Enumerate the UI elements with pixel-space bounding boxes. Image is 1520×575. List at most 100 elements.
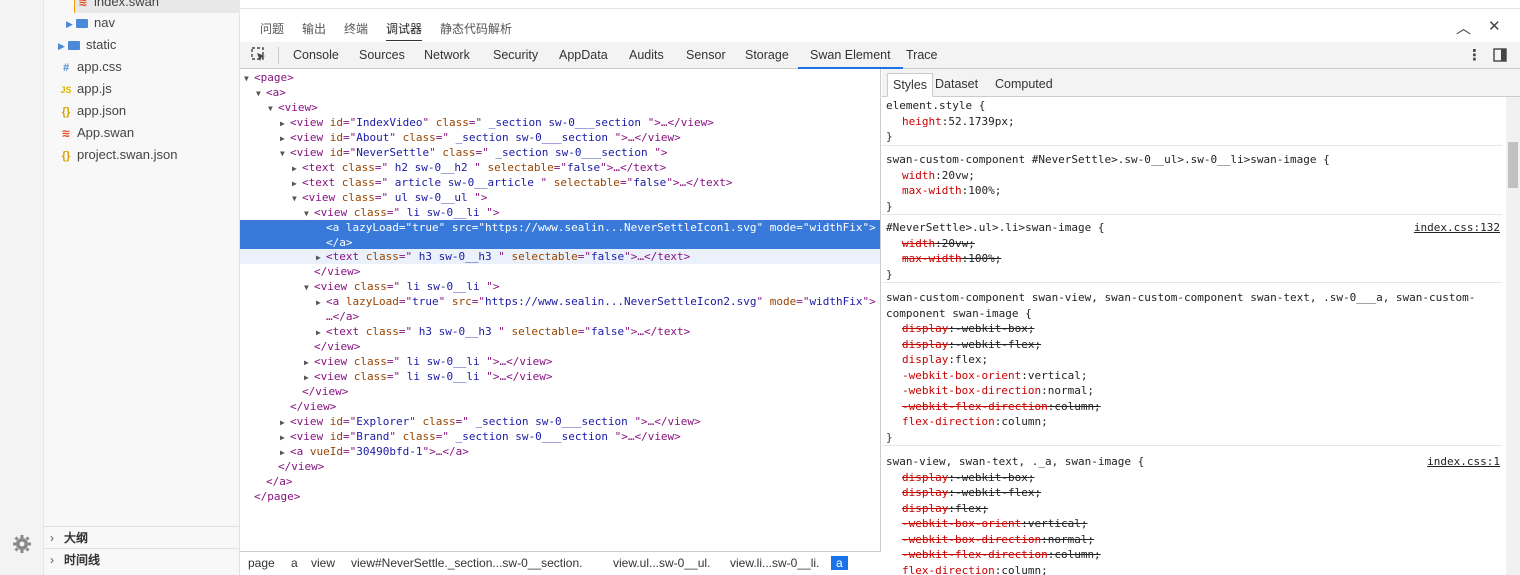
dom-node-line[interactable]: ▶ <view class=" li sw-0__li ">…</view>	[240, 354, 880, 370]
dom-node-line[interactable]: ▶ <view class=" li sw-0__li ">…</view>	[240, 369, 880, 385]
dom-node-line[interactable]: ▼ <view id="NeverSettle" class=" _section…	[240, 145, 880, 160]
close-icon[interactable]: ✕	[1488, 17, 1501, 35]
outline-section[interactable]: › 大纲	[44, 526, 240, 548]
tab-styles[interactable]: Styles	[887, 73, 934, 97]
css-property[interactable]: -webkit-flex-direction:column;	[882, 399, 1502, 415]
dom-node-line[interactable]: ▼ <page>	[240, 70, 880, 86]
tab-problems[interactable]: 问题	[260, 20, 284, 37]
tab-security[interactable]: Security	[493, 42, 538, 69]
css-property[interactable]: flex-direction:column;	[882, 414, 1502, 430]
dom-node-line[interactable]: <a lazyLoad="true" src="https://www.seal…	[240, 220, 880, 235]
triangle-right-icon[interactable]: ▶	[280, 430, 290, 445]
tab-computed[interactable]: Computed	[990, 73, 1058, 97]
dom-node-line[interactable]: </view>	[240, 399, 880, 414]
file-app-js[interactable]: JS app.js	[58, 78, 111, 100]
triangle-right-icon[interactable]: ▶	[316, 325, 326, 340]
tab-network[interactable]: Network	[424, 42, 470, 69]
triangle-right-icon[interactable]: ▶	[292, 161, 302, 176]
breadcrumb-item-active[interactable]: a	[831, 556, 848, 570]
tab-static-analysis[interactable]: 静态代码解析	[440, 20, 512, 37]
tab-debugger[interactable]: 调试器	[386, 20, 423, 41]
css-property[interactable]: max-width:100%;	[882, 183, 1502, 199]
dom-node-line[interactable]: ▶ <text class=" h2 sw-0__h2 " selectable=…	[240, 160, 880, 176]
triangle-right-icon[interactable]: ▶	[280, 415, 290, 430]
css-property[interactable]: display:-webkit-flex;	[882, 337, 1502, 353]
css-property[interactable]: -webkit-box-orient:vertical;	[882, 368, 1502, 384]
dom-node-line[interactable]: ▶ <view id="Explorer" class=" _section sw…	[240, 414, 880, 430]
tab-swan-element[interactable]: Swan Element	[798, 42, 903, 69]
inspect-element-icon[interactable]	[251, 47, 267, 63]
css-property[interactable]: display:-webkit-flex;	[882, 485, 1502, 501]
folder-static[interactable]: ▶ static	[58, 34, 116, 56]
css-property[interactable]: display:-webkit-box;	[882, 470, 1502, 486]
dom-node-line[interactable]: </view>	[240, 459, 880, 474]
dom-node-line[interactable]: ▶ <view id="IndexVideo" class=" _section …	[240, 115, 880, 131]
breadcrumb-item[interactable]: view#NeverSettle._section...sw-0__sectio…	[351, 556, 582, 570]
tab-terminal[interactable]: 终端	[344, 20, 368, 37]
tab-audits[interactable]: Audits	[629, 42, 664, 69]
dom-node-line[interactable]: ▶ <a lazyLoad="true" src="https://www.sea…	[240, 294, 880, 310]
css-property[interactable]: width:20vw;	[882, 168, 1502, 184]
dock-side-icon[interactable]	[1493, 48, 1507, 62]
triangle-right-icon[interactable]: ▶	[280, 445, 290, 460]
more-options-icon[interactable]: ⋮	[1467, 46, 1482, 64]
breadcrumb-item[interactable]: a	[291, 556, 298, 570]
triangle-right-icon[interactable]: ▶	[304, 355, 314, 370]
triangle-right-icon[interactable]: ▶	[304, 370, 314, 385]
css-property[interactable]: display:-webkit-box;	[882, 321, 1502, 337]
file-app-css[interactable]: # app.css	[58, 56, 122, 78]
source-link[interactable]: index.css:1	[1427, 454, 1500, 470]
triangle-down-icon[interactable]: ▼	[268, 101, 278, 116]
dom-node-line[interactable]: ▼ <a>	[240, 85, 880, 101]
triangle-down-icon[interactable]: ▼	[292, 191, 302, 206]
dom-node-line[interactable]: </a>	[240, 474, 880, 489]
css-property[interactable]: max-width:100%;	[882, 251, 1502, 267]
dom-node-line[interactable]: </view>	[240, 384, 880, 399]
triangle-right-icon[interactable]: ▶	[280, 116, 290, 131]
triangle-right-icon[interactable]: ▶	[292, 176, 302, 191]
css-property[interactable]: flex-direction:column;	[882, 563, 1502, 575]
file-app-json[interactable]: {} app.json	[58, 100, 126, 122]
folder-nav[interactable]: ▶ nav	[66, 12, 115, 34]
dom-node-line[interactable]: ▼ <view>	[240, 100, 880, 116]
css-property[interactable]: -webkit-box-orient:vertical;	[882, 516, 1502, 532]
css-property[interactable]: height:52.1739px;	[882, 114, 1502, 130]
tab-dataset[interactable]: Dataset	[930, 73, 983, 97]
dom-node-line[interactable]: ▼ <view class=" ul sw-0__ul ">	[240, 190, 880, 206]
triangle-down-icon[interactable]: ▼	[244, 71, 254, 86]
tab-storage[interactable]: Storage	[745, 42, 789, 69]
dom-node-line[interactable]: </a>	[240, 235, 880, 250]
dom-node-line[interactable]: </view>	[240, 264, 880, 279]
triangle-right-icon[interactable]: ▶	[280, 131, 290, 146]
triangle-down-icon[interactable]: ▼	[256, 86, 266, 101]
tab-sources[interactable]: Sources	[359, 42, 405, 69]
css-property[interactable]: -webkit-flex-direction:column;	[882, 547, 1502, 563]
dom-node-line[interactable]: ▶ <text class=" article sw-0__article " s…	[240, 175, 880, 191]
styles-scrollbar[interactable]	[1506, 97, 1520, 575]
dom-node-line[interactable]: ▶ <view id="About" class=" _section sw-0_…	[240, 130, 880, 146]
dom-node-line[interactable]: ▶ <a vueId="30490bfd-1">…</a>	[240, 444, 880, 460]
css-property[interactable]: -webkit-box-direction:normal;	[882, 532, 1502, 548]
tab-output[interactable]: 输出	[302, 20, 326, 37]
css-property[interactable]: -webkit-box-direction:normal;	[882, 383, 1502, 399]
tab-trace[interactable]: Trace	[906, 42, 938, 69]
css-property[interactable]: display:flex;	[882, 501, 1502, 517]
triangle-down-icon[interactable]: ▼	[304, 206, 314, 221]
dom-node-line[interactable]: ▶ <text class=" h3 sw-0__h3 " selectable=…	[240, 249, 880, 264]
breadcrumb-item[interactable]: view.li...sw-0__li.	[730, 556, 819, 570]
file-project-swan-json[interactable]: {} project.swan.json	[58, 144, 178, 166]
breadcrumb-item[interactable]: page	[248, 556, 275, 570]
dom-node-line[interactable]: …</a>	[240, 309, 880, 324]
tab-appdata[interactable]: AppData	[559, 42, 608, 69]
dom-node-line[interactable]: ▶ <text class=" h3 sw-0__h3 " selectable=…	[240, 324, 880, 340]
gear-icon[interactable]	[12, 534, 32, 554]
dom-node-line[interactable]: ▼ <view class=" li sw-0__li ">	[240, 205, 880, 221]
tab-sensor[interactable]: Sensor	[686, 42, 726, 69]
dom-node-line[interactable]: ▶ <view id="Brand" class=" _section sw-0_…	[240, 429, 880, 445]
triangle-right-icon[interactable]: ▶	[316, 295, 326, 310]
chevron-up-icon[interactable]: ︿	[1456, 17, 1471, 38]
css-property[interactable]: width:20vw;	[882, 236, 1502, 252]
file-app-swan[interactable]: ≋ App.swan	[58, 122, 134, 144]
scrollbar-thumb[interactable]	[1508, 142, 1518, 188]
dom-node-line[interactable]: </view>	[240, 339, 880, 354]
